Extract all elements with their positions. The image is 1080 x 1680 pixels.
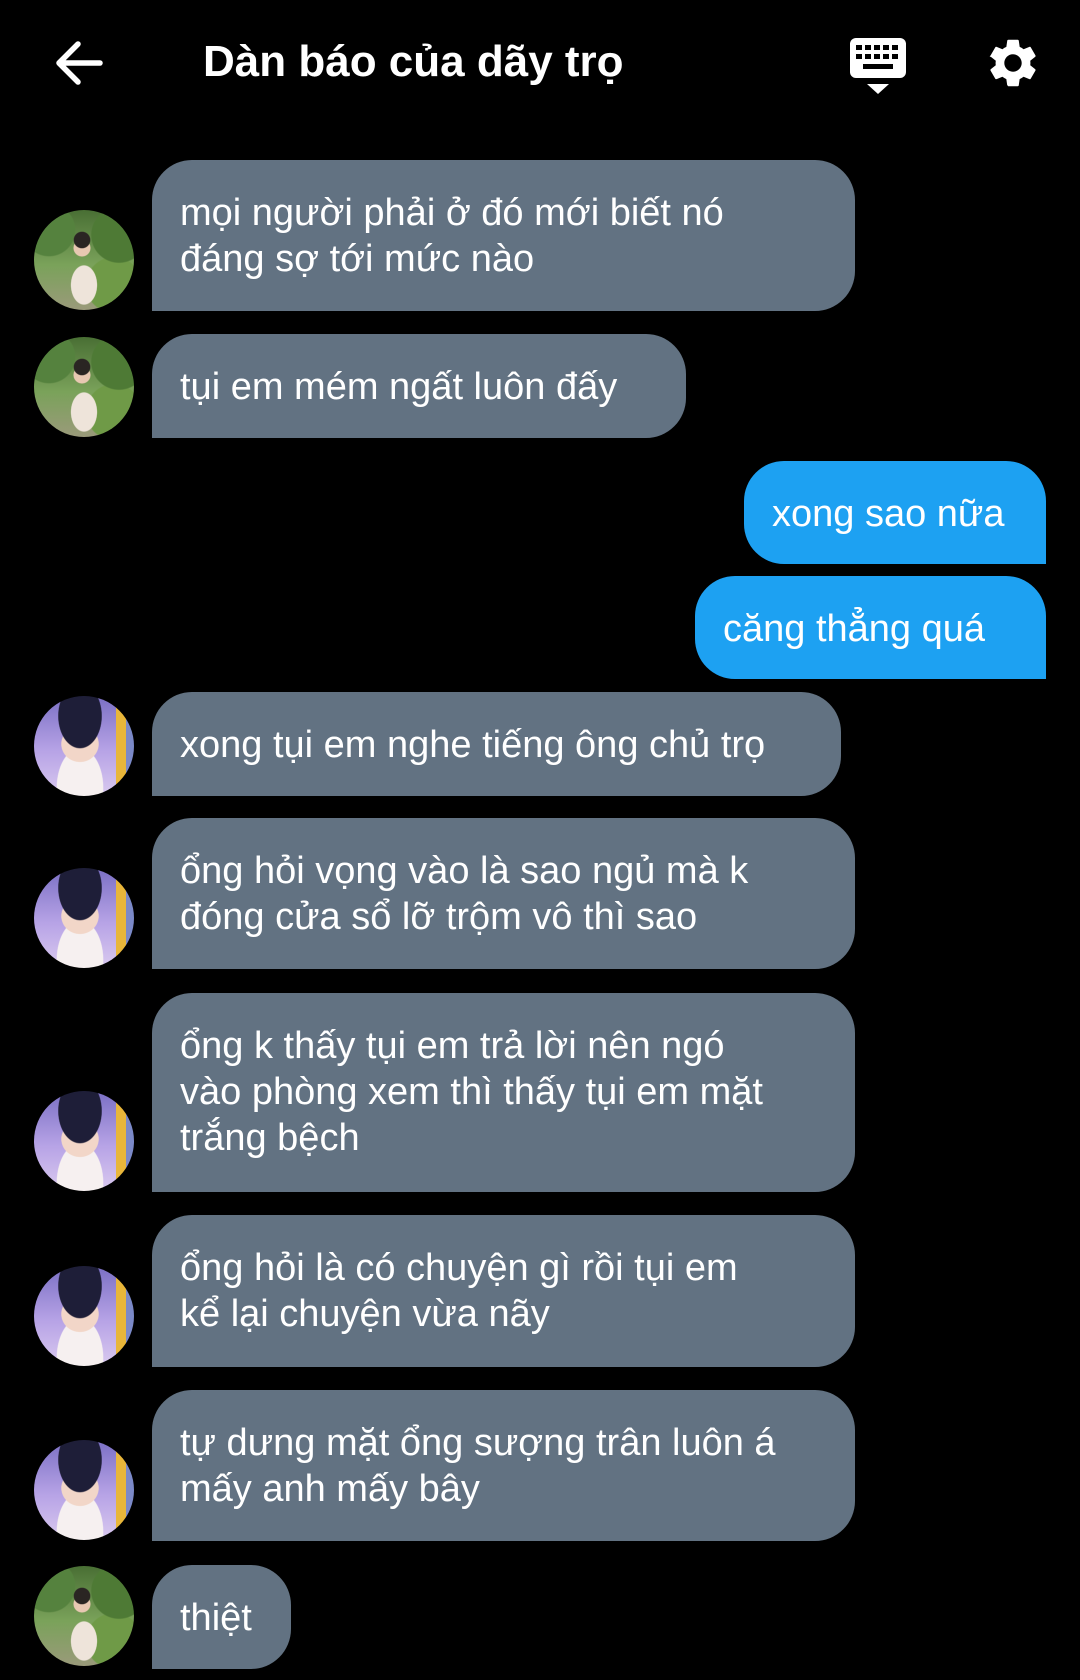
avatar[interactable] xyxy=(34,696,134,796)
message-bubble-outgoing: xong sao nữa xyxy=(744,461,1046,564)
avatar[interactable] xyxy=(34,1091,134,1191)
avatar[interactable] xyxy=(34,337,134,437)
message-bubble-outgoing: căng thẳng quá xyxy=(695,576,1046,679)
message-bubble-incoming: ổng k thấy tụi em trả lời nên ngó vào ph… xyxy=(152,993,855,1192)
avatar[interactable] xyxy=(34,1440,134,1540)
avatar[interactable] xyxy=(34,1266,134,1366)
message-bubble-incoming: tụi em mém ngất luôn đấy xyxy=(152,334,686,438)
message-bubble-incoming: mọi người phải ở đó mới biết nó đáng sợ … xyxy=(152,160,855,311)
keyboard-icon xyxy=(850,38,906,94)
avatar[interactable] xyxy=(34,210,134,310)
arrow-left-icon xyxy=(56,41,103,85)
message-bubble-incoming: ổng hỏi vọng vào là sao ngủ mà k đóng cử… xyxy=(152,818,855,969)
settings-button[interactable] xyxy=(984,34,1042,92)
message-bubble-incoming: tự dưng mặt ổng sượng trân luôn á mấy an… xyxy=(152,1390,855,1541)
app-header: Dàn báo của dãy trọ xyxy=(0,0,1080,128)
chat-title: Dàn báo của dãy trọ xyxy=(203,37,624,86)
avatar[interactable] xyxy=(34,868,134,968)
gear-icon xyxy=(989,39,1036,87)
message-bubble-incoming: xong tụi em nghe tiếng ông chủ trọ xyxy=(152,692,841,796)
message-bubble-incoming: thiệt xyxy=(152,1565,291,1669)
keyboard-button[interactable] xyxy=(846,34,910,98)
back-button[interactable] xyxy=(50,34,108,92)
avatar[interactable] xyxy=(34,1566,134,1666)
message-bubble-incoming: ổng hỏi là có chuyện gì rồi tụi em kể lạ… xyxy=(152,1215,855,1367)
